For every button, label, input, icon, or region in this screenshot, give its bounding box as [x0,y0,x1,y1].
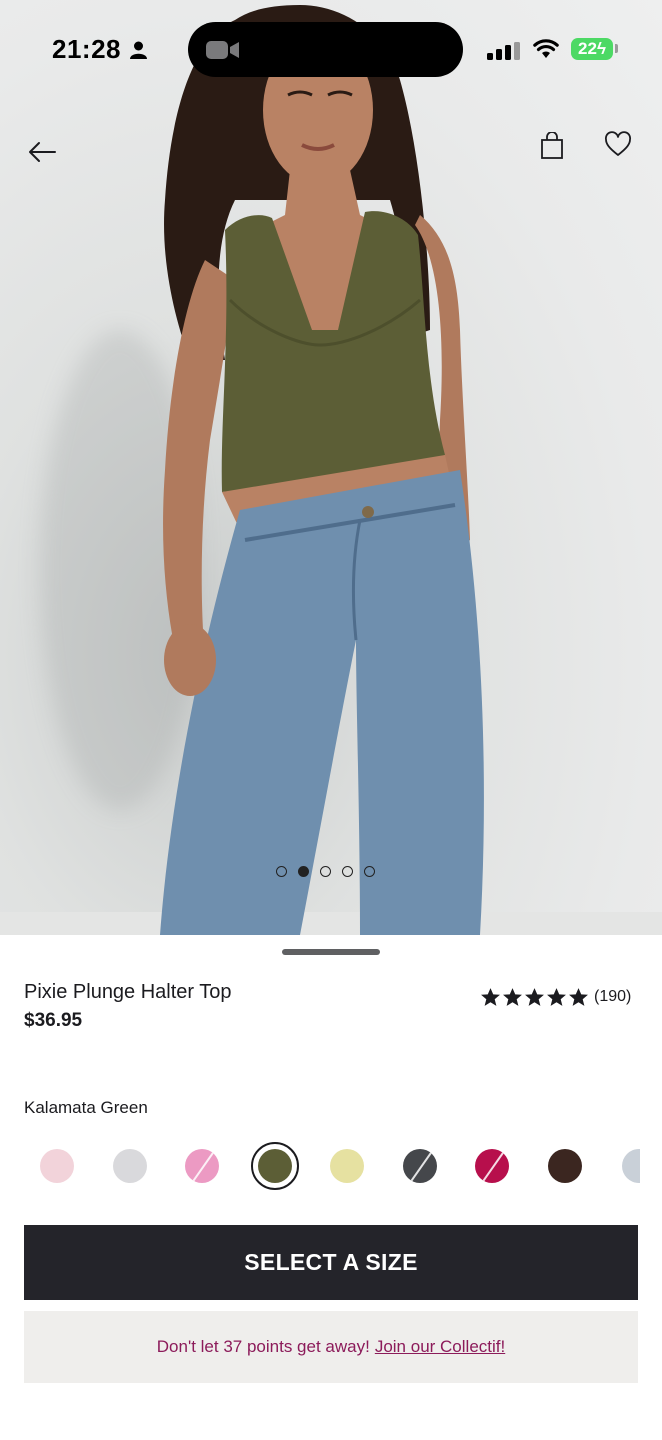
video-camera-icon [206,41,239,59]
person-icon [130,41,147,59]
heart-icon [605,131,631,156]
swatch-brown[interactable] [547,1149,582,1183]
carousel-dot[interactable] [342,866,353,877]
shopping-bag-button[interactable] [532,126,572,166]
join-collectif-link[interactable]: Join our Collectif! [375,1337,505,1357]
back-button[interactable] [22,132,62,172]
swatch-silver[interactable] [112,1149,147,1183]
product-title: Pixie Plunge Halter Top [24,981,232,1003]
carousel-dot[interactable] [320,866,331,877]
arrow-left-icon [29,142,56,162]
cellular-signal-icon [487,42,520,60]
carousel-dot[interactable] [298,866,309,877]
loyalty-promo-banner: Don't let 37 points get away! Join our C… [24,1311,638,1383]
star-icon [503,988,522,1006]
sheet-drag-handle[interactable] [282,949,380,955]
product-rating[interactable]: (190) [480,987,631,1007]
swatch-pink[interactable] [185,1149,219,1183]
swatch-kalamata-green[interactable] [257,1149,292,1183]
wifi-icon [533,39,559,58]
swatch-light-blue[interactable] [622,1149,640,1183]
swatch-butter-yellow[interactable] [330,1149,364,1183]
swatch-light-pink[interactable] [40,1149,74,1183]
carousel-indicator[interactable] [276,866,375,877]
review-count: (190) [594,988,632,1005]
star-icon [481,988,500,1006]
dynamic-island [188,22,463,77]
status-bar: 21:28 22 ϟ [0,0,662,100]
color-swatches [0,1142,662,1190]
battery-level: 22 [578,39,597,58]
selected-color-label: Kalamata Green [24,1098,148,1117]
swatch-raspberry[interactable] [475,1149,509,1183]
carousel-dot[interactable] [276,866,287,877]
wishlist-button[interactable] [598,124,638,164]
carousel-dot[interactable] [364,866,375,877]
status-time: 21:28 [52,34,121,64]
rating-stars [480,987,589,1007]
battery-indicator: 22 ϟ [571,38,613,60]
battery-tip [615,44,618,53]
product-price: $36.95 [24,1010,83,1031]
star-icon [547,988,566,1006]
shopping-bag-icon [541,132,563,159]
star-icon [569,988,588,1006]
select-size-button[interactable]: SELECT A SIZE [24,1225,638,1300]
star-icon [525,988,544,1006]
swatch-charcoal[interactable] [402,1149,437,1183]
product-details-sheet: Pixie Plunge Halter Top $36.95 (190) Kal… [0,935,662,1440]
charging-bolt-icon: ϟ [596,39,606,58]
promo-text: Don't let 37 points get away! [156,1337,370,1356]
